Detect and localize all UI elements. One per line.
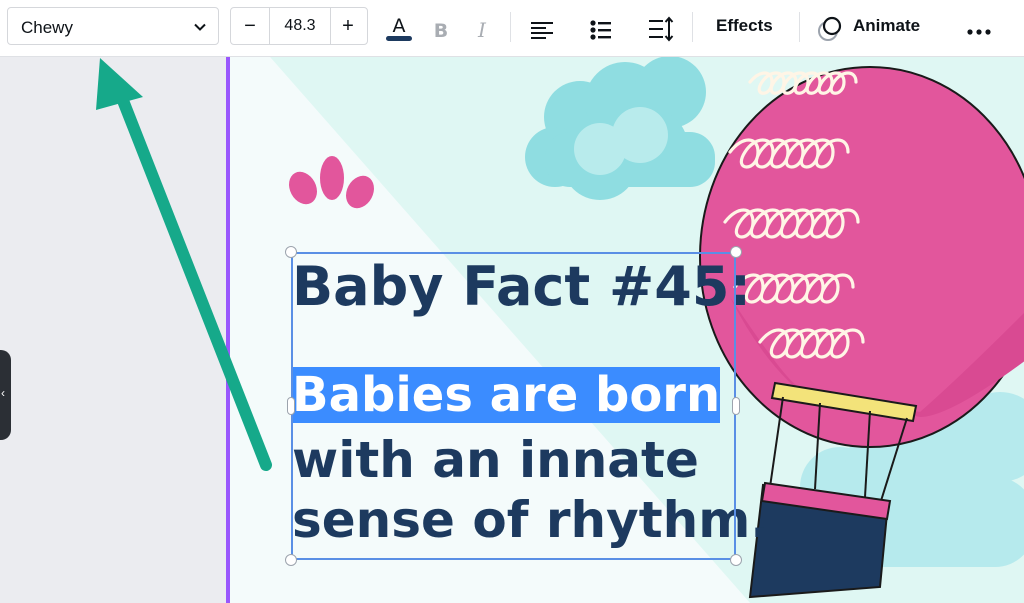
increase-font-size-button[interactable]: + (329, 8, 367, 44)
toolbar-divider (799, 12, 800, 42)
collapse-panel-tab[interactable]: ‹ (0, 350, 11, 440)
text-color-icon[interactable]: A (384, 12, 414, 44)
font-family-value: Chewy (21, 18, 73, 37)
animate-icon[interactable] (816, 13, 844, 45)
resize-handle-right[interactable] (732, 397, 740, 415)
bullet-list-icon[interactable] (588, 14, 614, 46)
chevron-left-icon: ‹ (1, 386, 5, 400)
font-size-input[interactable]: 48.3 (269, 8, 331, 44)
effects-button[interactable]: Effects (716, 16, 773, 36)
svg-text:I: I (477, 18, 487, 42)
line-spacing-icon[interactable] (647, 13, 675, 45)
resize-handle-top-left[interactable] (285, 246, 297, 258)
resize-handle-bottom-right[interactable] (730, 554, 742, 566)
text-selection-box[interactable] (291, 252, 736, 560)
italic-icon[interactable]: I (471, 14, 493, 46)
more-options-icon[interactable] (964, 16, 994, 48)
toolbar-divider (510, 12, 511, 42)
svg-text:B: B (434, 20, 448, 42)
align-left-icon[interactable] (529, 14, 555, 46)
chevron-down-icon (194, 23, 206, 31)
svg-text:A: A (393, 15, 406, 37)
toolbar-divider (692, 12, 693, 42)
animate-button[interactable]: Animate (853, 16, 920, 36)
bold-icon[interactable]: B (430, 14, 452, 46)
text-toolbar: Chewy − 48.3 + A B I Effects Animate (0, 0, 1024, 57)
resize-handle-top-right[interactable] (730, 246, 742, 258)
font-size-stepper: − 48.3 + (230, 7, 368, 45)
decrease-font-size-button[interactable]: − (231, 8, 269, 44)
resize-handle-left[interactable] (287, 397, 295, 415)
font-family-dropdown[interactable]: Chewy (7, 7, 219, 45)
resize-handle-bottom-left[interactable] (285, 554, 297, 566)
